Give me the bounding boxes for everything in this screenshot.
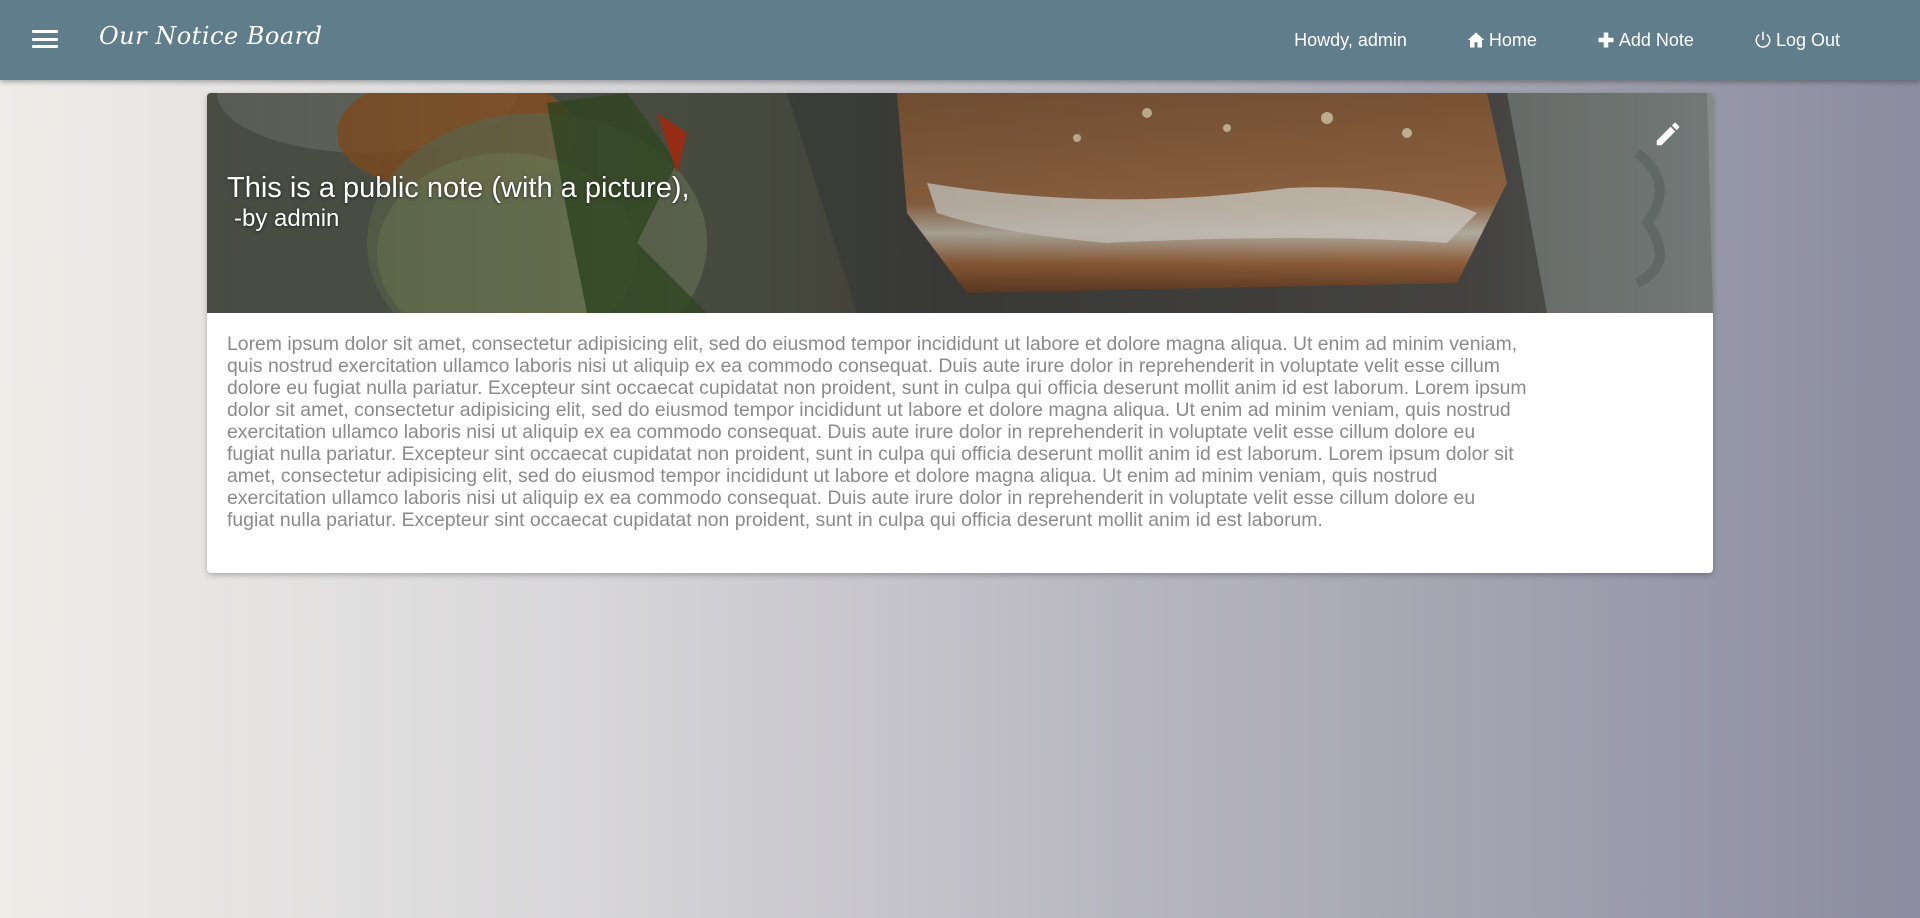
note-title-block: This is a public note (with a picture), … (227, 171, 690, 233)
power-icon (1755, 31, 1771, 48)
note-card: This is a public note (with a picture), … (207, 93, 1713, 573)
logout-link[interactable]: Log Out (1724, 0, 1920, 80)
menu-icon-line (32, 30, 58, 33)
app-title[interactable]: Our Notice Board (99, 22, 323, 50)
greeting-text: Howdy, admin (1294, 29, 1407, 50)
note-body: Lorem ipsum dolor sit amet, consectetur … (227, 333, 1527, 531)
home-link-label: Home (1488, 29, 1537, 50)
edit-note-button[interactable] (1653, 119, 1683, 149)
note-image: This is a public note (with a picture), … (207, 93, 1713, 313)
add-note-link-label: Add Note (1618, 29, 1694, 50)
menu-icon[interactable] (32, 28, 58, 50)
home-icon (1467, 32, 1485, 48)
home-link[interactable]: Home (1437, 0, 1567, 80)
pencil-icon (1656, 122, 1680, 146)
add-note-link[interactable]: Add Note (1567, 0, 1724, 80)
plus-icon (1598, 32, 1614, 48)
logout-link-label: Log Out (1775, 29, 1840, 50)
menu-icon-line (32, 45, 58, 48)
user-greeting: Howdy, admin (1264, 0, 1437, 80)
note-author: -by admin (234, 205, 340, 232)
menu-icon-line (32, 37, 58, 41)
top-nav: Howdy, admin Home Add Note Log Out (1264, 0, 1920, 80)
top-app-bar: Our Notice Board Howdy, admin Home Add N… (0, 0, 1920, 80)
note-title: This is a public note (with a picture), (227, 172, 690, 204)
